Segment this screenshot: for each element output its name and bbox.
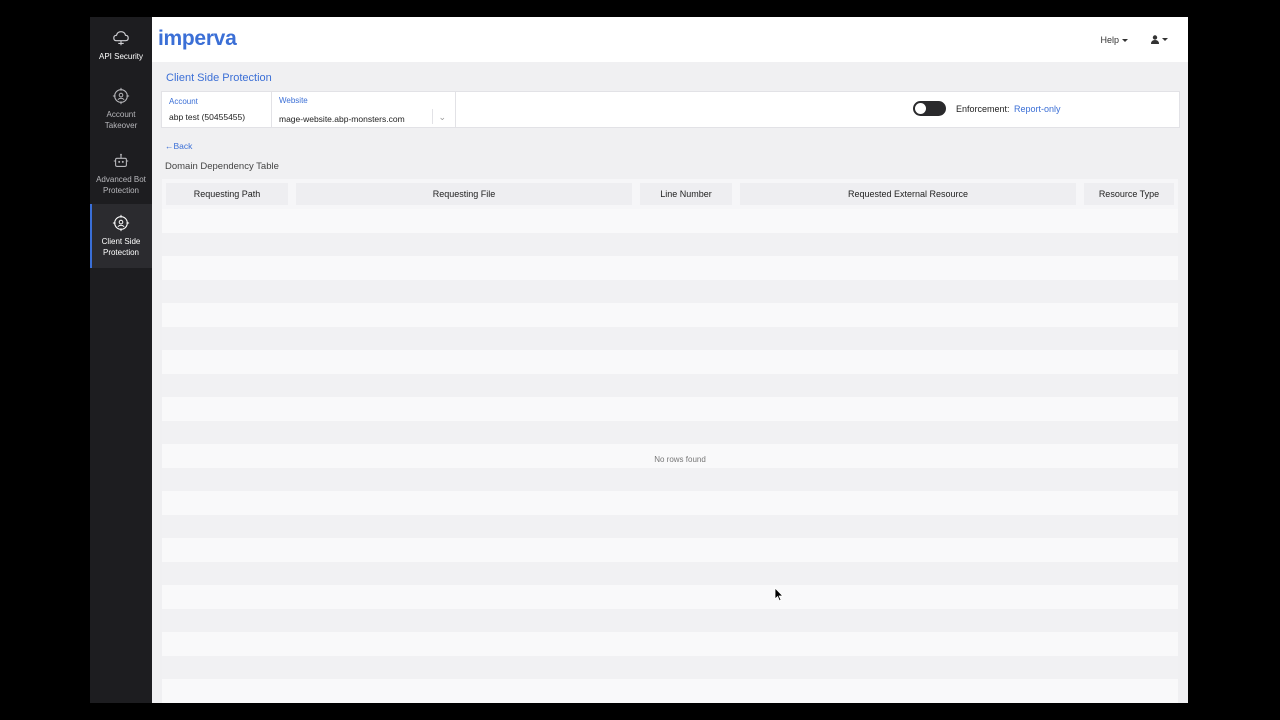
help-menu[interactable]: Help bbox=[1100, 35, 1128, 45]
table-row bbox=[162, 585, 1178, 609]
enforcement-label: Enforcement: bbox=[956, 104, 1010, 114]
back-label: Back bbox=[173, 141, 193, 151]
enforcement-toggle[interactable] bbox=[913, 101, 946, 116]
target-icon bbox=[112, 87, 130, 105]
column-header-line-number[interactable]: Line Number bbox=[640, 183, 732, 205]
sidebar: API Security Account Takeover Advanced B… bbox=[90, 17, 152, 703]
help-label: Help bbox=[1100, 35, 1119, 45]
table-row bbox=[162, 350, 1178, 374]
table-row bbox=[162, 538, 1178, 562]
table-row bbox=[162, 232, 1178, 256]
app-window: API Security Account Takeover Advanced B… bbox=[90, 17, 1188, 703]
table-row bbox=[162, 679, 1178, 703]
sidebar-item-api-security[interactable]: API Security bbox=[90, 29, 152, 62]
table-row bbox=[162, 491, 1178, 515]
imperva-logo[interactable]: imperva bbox=[158, 27, 237, 51]
column-header-resource-type[interactable]: Resource Type bbox=[1084, 183, 1174, 205]
account-selector[interactable]: Account abp test (50455455) bbox=[162, 92, 272, 127]
empty-table-message: No rows found bbox=[640, 452, 720, 467]
table-row bbox=[162, 514, 1178, 538]
mouse-cursor-icon bbox=[774, 587, 784, 602]
chevron-down-icon[interactable]: ⌄ bbox=[438, 112, 446, 123]
table-row bbox=[162, 303, 1178, 327]
table-row bbox=[162, 279, 1178, 303]
table-row bbox=[162, 467, 1178, 491]
table-row bbox=[162, 632, 1178, 656]
back-link[interactable]: ←Back bbox=[165, 141, 192, 151]
table-row bbox=[162, 561, 1178, 585]
sidebar-item-client-side-protection[interactable]: Client Side Protection bbox=[90, 204, 152, 268]
column-header-requesting-path[interactable]: Requesting Path bbox=[166, 183, 288, 205]
toggle-knob bbox=[915, 103, 926, 114]
user-menu[interactable] bbox=[1151, 34, 1168, 45]
table-row bbox=[162, 397, 1178, 421]
table-row bbox=[162, 326, 1178, 350]
table-row bbox=[162, 373, 1178, 397]
top-header: imperva Help bbox=[152, 17, 1188, 62]
enforcement-value[interactable]: Report-only bbox=[1014, 104, 1061, 114]
website-selector[interactable]: Website mage-website.abp-monsters.com ⌄ bbox=[272, 92, 456, 127]
caret-down-icon bbox=[1122, 39, 1128, 43]
page-title: Client Side Protection bbox=[166, 72, 272, 84]
arrow-left-icon: ← bbox=[165, 141, 174, 151]
selector-bar: Account abp test (50455455) Website mage… bbox=[161, 91, 1180, 128]
cloud-icon bbox=[113, 31, 129, 46]
website-value: mage-website.abp-monsters.com bbox=[279, 114, 405, 124]
account-label: Account bbox=[169, 97, 198, 106]
table-row bbox=[162, 420, 1178, 444]
user-icon bbox=[1151, 35, 1159, 44]
column-header-requesting-file[interactable]: Requesting File bbox=[296, 183, 632, 205]
sidebar-item-label: API Security bbox=[98, 52, 143, 61]
table-row bbox=[162, 209, 1178, 233]
sidebar-item-account-takeover[interactable]: Account Takeover bbox=[90, 87, 152, 131]
table-row bbox=[162, 256, 1178, 280]
shield-user-icon bbox=[112, 214, 130, 232]
sidebar-item-label: Client Side Protection bbox=[101, 237, 141, 257]
sidebar-item-label: Account Takeover bbox=[104, 110, 138, 130]
divider bbox=[432, 109, 433, 124]
sidebar-item-label: Advanced Bot Protection bbox=[96, 175, 146, 195]
account-value: abp test (50455455) bbox=[169, 112, 246, 122]
robot-icon bbox=[113, 153, 129, 167]
table-title: Domain Dependency Table bbox=[165, 161, 279, 172]
table-row bbox=[162, 608, 1178, 632]
caret-down-icon bbox=[1162, 37, 1168, 41]
table-row bbox=[162, 655, 1178, 679]
table-header: Requesting Path Requesting File Line Num… bbox=[162, 179, 1178, 209]
sidebar-item-advanced-bot-protection[interactable]: Advanced Bot Protection bbox=[90, 152, 152, 196]
table-body: No rows found bbox=[162, 209, 1178, 703]
website-label: Website bbox=[279, 96, 308, 105]
column-header-requested-external-resource[interactable]: Requested External Resource bbox=[740, 183, 1076, 205]
